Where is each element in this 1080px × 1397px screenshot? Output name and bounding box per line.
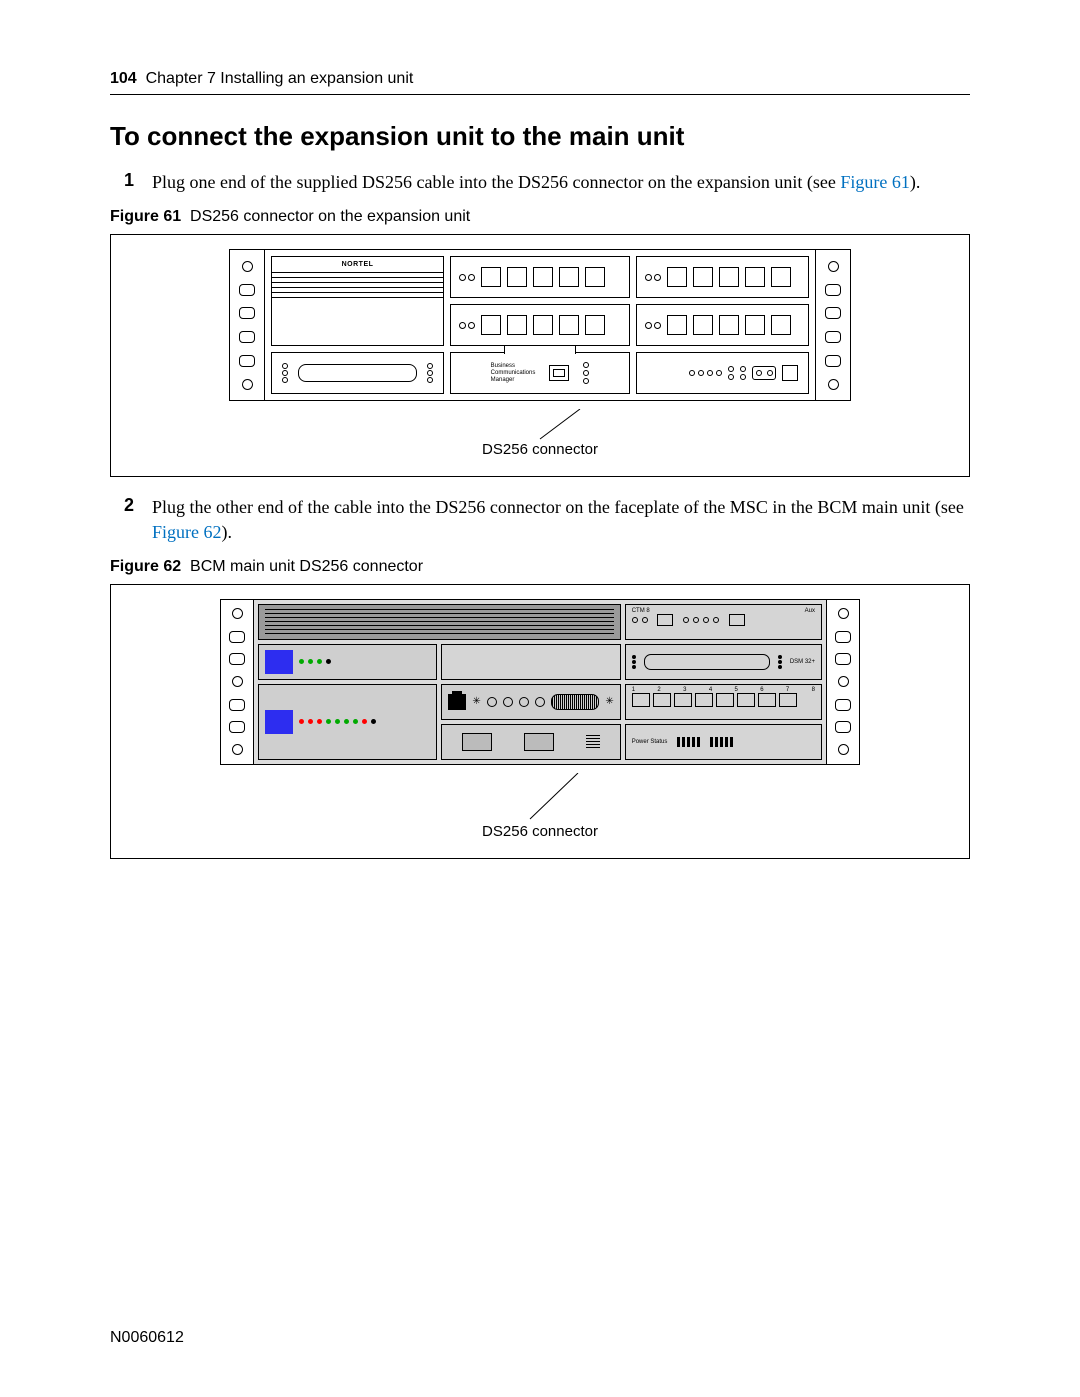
figure-62-callout: DS256 connector xyxy=(220,773,860,840)
ds256-port-icon xyxy=(448,694,466,710)
rack-ear-right xyxy=(826,600,859,764)
rack-ear-left xyxy=(221,600,254,764)
dsm-module: DSM 32+ xyxy=(625,644,822,680)
figure-61-callout: DS256 connector xyxy=(229,409,851,458)
step-number: 1 xyxy=(110,170,134,194)
ds256-port-icon xyxy=(549,365,569,381)
figure-xref[interactable]: Figure 61 xyxy=(840,172,910,192)
step-body: Plug the other end of the cable into the… xyxy=(152,495,970,544)
expansion-slot xyxy=(636,256,809,298)
figure-62: CTM 8 Aux DSM xyxy=(110,584,970,859)
step-1: 1 Plug one end of the supplied DS256 cab… xyxy=(110,170,970,194)
step-number: 2 xyxy=(110,495,134,544)
bcm-main-unit-chassis: CTM 8 Aux DSM xyxy=(220,599,860,765)
disk-module xyxy=(258,684,437,760)
rack-ear-right xyxy=(815,250,850,400)
doc-id-footer: N0060612 xyxy=(110,1329,184,1347)
step-2: 2 Plug the other end of the cable into t… xyxy=(110,495,970,544)
disk-module xyxy=(258,644,437,680)
expansion-slot xyxy=(450,256,630,298)
nortel-branding-panel: NORTEL xyxy=(271,256,444,346)
rack-ear-left xyxy=(230,250,265,400)
header-rule xyxy=(110,94,970,95)
expansion-unit-chassis: NORTEL xyxy=(229,249,851,401)
ds256-module: Business Communications Manager xyxy=(450,352,630,394)
section-title: To connect the expansion unit to the mai… xyxy=(110,121,970,152)
figure-62-caption: Figure 62 BCM main unit DS256 connector xyxy=(110,558,970,576)
callout-line-icon xyxy=(480,409,600,443)
step-body: Plug one end of the supplied DS256 cable… xyxy=(152,170,920,194)
media-bay xyxy=(441,724,620,760)
expansion-slot xyxy=(636,304,809,346)
running-head: 104 Chapter 7 Installing an expansion un… xyxy=(110,70,970,88)
serial-module xyxy=(271,352,444,394)
callout-line-icon xyxy=(460,773,620,825)
expansion-slot xyxy=(450,304,630,346)
msc-faceplate: ✳ ✳ xyxy=(441,684,620,720)
figure-xref[interactable]: Figure 62 xyxy=(152,522,222,542)
port-module: 1 2 3 4 5 6 7 8 xyxy=(625,684,822,720)
blank-bay xyxy=(441,644,620,680)
psu-module: Power Status xyxy=(625,724,822,760)
aux-module xyxy=(636,352,809,394)
figure-61: NORTEL xyxy=(110,234,970,477)
ctm-module: CTM 8 Aux xyxy=(625,604,822,640)
chapter-title: Chapter 7 Installing an expansion unit xyxy=(146,70,414,87)
vent-panel xyxy=(258,604,621,640)
bcm-label: Business Communications Manager xyxy=(491,363,536,383)
figure-61-caption: Figure 61 DS256 connector on the expansi… xyxy=(110,208,970,226)
page-number: 104 xyxy=(110,70,137,87)
